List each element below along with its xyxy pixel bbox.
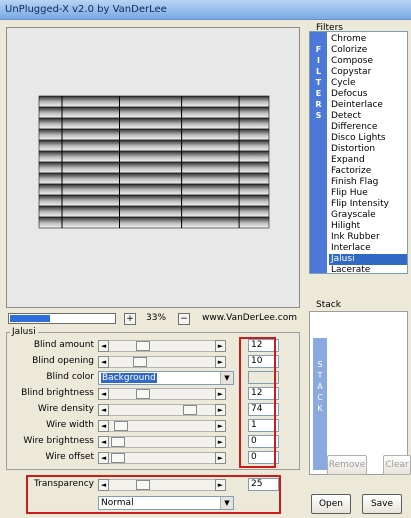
filter-item[interactable]: Jalusi (329, 254, 407, 265)
blind-color-value: Background (101, 373, 157, 383)
blind-color-select[interactable]: Background ▼ (98, 371, 234, 385)
slider-thumb[interactable] (133, 357, 147, 367)
slider-right-arrow[interactable]: ► (215, 436, 226, 448)
param-slider[interactable]: ◄ ► (98, 340, 226, 352)
chevron-down-icon[interactable]: ▼ (220, 497, 233, 509)
param-label: Blind brightness (21, 388, 94, 398)
strip-letter: K (317, 404, 323, 413)
values-highlight-box (239, 337, 276, 468)
filter-item[interactable]: Compose (329, 56, 407, 67)
filter-item[interactable]: Finish Flag (329, 177, 407, 188)
strip-letter: L (315, 67, 322, 76)
param-label: Blind opening (32, 356, 94, 366)
remove-button[interactable]: Remove (327, 455, 367, 475)
filter-item[interactable]: Defocus (329, 89, 407, 100)
param-slider[interactable]: ◄ ► (98, 420, 226, 432)
filter-item[interactable]: Disco Lights (329, 133, 407, 144)
slider-left-arrow[interactable]: ◄ (98, 404, 109, 416)
transparency-value[interactable]: 25 (248, 478, 279, 491)
slider-thumb[interactable] (136, 389, 150, 399)
filters-list[interactable]: FILTERS Chrome Colorize Compose Copystar Cyc… (309, 31, 408, 274)
slider-right-arrow[interactable]: ► (215, 356, 226, 368)
strip-letter: S (317, 360, 323, 369)
slider-thumb[interactable] (136, 480, 150, 490)
clear-button[interactable]: Clear (383, 455, 411, 475)
strip-letter: T (317, 371, 323, 380)
stack-tab-strip: STACK (313, 338, 327, 470)
save-button[interactable]: Save (362, 494, 402, 514)
filters-tab-strip: FILTERS (310, 32, 327, 273)
strip-letter: I (317, 56, 320, 65)
filter-item[interactable]: Chrome (329, 34, 407, 45)
filter-item[interactable]: Deinterlace (329, 100, 407, 111)
strip-letter: A (317, 382, 323, 391)
strip-letter: E (315, 89, 322, 98)
filter-item[interactable]: Flip Intensity (329, 199, 407, 210)
param-label: Blind amount (33, 340, 94, 350)
param-slider[interactable]: ◄ ► (98, 404, 226, 416)
blind-color-label: Blind color (46, 372, 94, 382)
stack-group-label: Stack (314, 300, 343, 310)
slider-right-arrow[interactable]: ► (215, 420, 226, 432)
slider-right-arrow[interactable]: ► (215, 388, 226, 400)
slider-thumb[interactable] (114, 421, 128, 431)
slider-right-arrow[interactable]: ► (215, 479, 226, 491)
strip-letter: F (315, 45, 322, 54)
filter-item[interactable]: Copystar (329, 67, 407, 78)
filter-item[interactable]: Distortion (329, 144, 407, 155)
filter-item[interactable]: Ink Rubber (329, 232, 407, 243)
transparency-row: Transparency ◄ ► 25 (6, 478, 300, 492)
transparency-label: Transparency (33, 479, 94, 489)
filter-item[interactable]: Hilight (329, 221, 407, 232)
blend-mode-select[interactable]: Normal ▼ (98, 496, 234, 510)
param-slider[interactable]: ◄ ► (98, 388, 226, 400)
open-button[interactable]: Open (311, 494, 351, 514)
filter-item[interactable]: Lacerate (329, 265, 407, 273)
strip-letter: C (317, 393, 323, 402)
param-slider[interactable]: ◄ ► (98, 356, 226, 368)
blend-mode-value: Normal (101, 498, 134, 508)
slider-thumb[interactable] (136, 341, 150, 351)
filter-item[interactable]: Difference (329, 122, 407, 133)
param-slider[interactable]: ◄ ► (98, 436, 226, 448)
filter-item[interactable]: Cycle (329, 78, 407, 89)
slider-thumb[interactable] (111, 437, 125, 447)
param-label: Wire width (46, 420, 94, 430)
filter-item[interactable]: Colorize (329, 45, 407, 56)
filter-item[interactable]: Expand (329, 155, 407, 166)
filter-item[interactable]: Interlace (329, 243, 407, 254)
transparency-slider[interactable]: ◄ ► (98, 479, 226, 491)
slider-left-arrow[interactable]: ◄ (98, 420, 109, 432)
stack-list[interactable]: STACK (309, 311, 408, 475)
strip-letter: R (315, 100, 322, 109)
param-label: Wire offset (45, 452, 94, 462)
chevron-down-icon[interactable]: ▼ (220, 372, 233, 384)
slider-left-arrow[interactable]: ◄ (98, 479, 109, 491)
param-label: Wire density (37, 404, 94, 414)
filter-item[interactable]: Flip Hue (329, 188, 407, 199)
filter-item[interactable]: Factorize (329, 166, 407, 177)
filter-item[interactable]: Detect (329, 111, 407, 122)
slider-left-arrow[interactable]: ◄ (98, 388, 109, 400)
slider-left-arrow[interactable]: ◄ (98, 340, 109, 352)
param-label: Wire brightness (23, 436, 94, 446)
slider-left-arrow[interactable]: ◄ (98, 452, 109, 464)
slider-right-arrow[interactable]: ► (215, 404, 226, 416)
filter-item[interactable]: Grayscale (329, 210, 407, 221)
param-slider[interactable]: ◄ ► (98, 452, 226, 464)
strip-letter: S (315, 111, 322, 120)
slider-left-arrow[interactable]: ◄ (98, 436, 109, 448)
slider-right-arrow[interactable]: ► (215, 340, 226, 352)
slider-thumb[interactable] (111, 453, 125, 463)
strip-letter: T (315, 78, 322, 87)
slider-left-arrow[interactable]: ◄ (98, 356, 109, 368)
slider-right-arrow[interactable]: ► (215, 452, 226, 464)
slider-thumb[interactable] (183, 405, 197, 415)
